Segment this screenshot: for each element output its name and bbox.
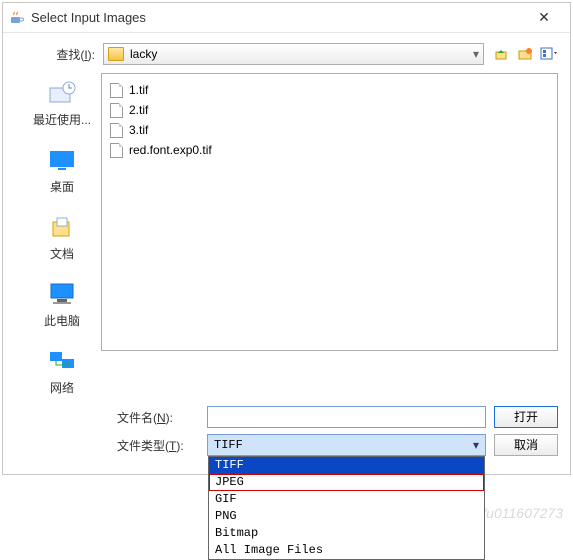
place-label: 最近使用...	[33, 111, 91, 128]
close-button[interactable]: ✕	[524, 9, 564, 26]
filename-label: 文件名(N):	[117, 409, 207, 426]
filetype-combo[interactable]: TIFF ▾ TIFF JPEG GIF PNG Bitmap All Imag…	[207, 434, 486, 456]
place-recent[interactable]: 最近使用...	[23, 79, 101, 128]
dialog-title: Select Input Images	[31, 10, 524, 25]
filetype-selected: TIFF	[214, 438, 243, 452]
lookin-combo[interactable]: lacky ▾	[103, 43, 484, 65]
recent-icon	[46, 79, 78, 107]
titlebar: Select Input Images ✕	[3, 3, 570, 33]
list-item[interactable]: red.font.exp0.tif	[110, 140, 549, 160]
bottom-rows: 文件名(N): 打开 文件类型(T): TIFF ▾ TIFF JPEG GIF…	[23, 406, 558, 456]
file-dialog: Select Input Images ✕ 查找(I): lacky ▾ 最近使…	[2, 2, 571, 475]
list-item[interactable]: 2.tif	[110, 100, 549, 120]
lookin-row: 查找(I): lacky ▾	[23, 43, 558, 65]
file-icon	[110, 143, 123, 158]
java-icon	[9, 10, 25, 26]
place-label: 此电脑	[44, 312, 80, 329]
filetype-row: 文件类型(T): TIFF ▾ TIFF JPEG GIF PNG Bitmap…	[23, 434, 558, 456]
view-menu-icon[interactable]	[540, 45, 558, 63]
thispc-icon	[46, 280, 78, 308]
filename-input[interactable]	[207, 406, 486, 428]
file-icon	[110, 103, 123, 118]
file-name: 1.tif	[129, 83, 148, 97]
network-icon	[46, 347, 78, 375]
filetype-option-tiff[interactable]: TIFF	[209, 457, 484, 474]
file-list[interactable]: 1.tif 2.tif 3.tif red.font.exp0.tif	[101, 73, 558, 351]
documents-icon	[46, 213, 78, 241]
folder-icon	[108, 47, 124, 61]
filetype-option-jpeg[interactable]: JPEG	[209, 474, 484, 491]
places-bar: 最近使用... 桌面 文档 此电脑 网络	[23, 73, 101, 396]
file-name: 2.tif	[129, 103, 148, 117]
toolbar-icons	[492, 45, 558, 63]
place-desktop[interactable]: 桌面	[23, 146, 101, 195]
place-label: 网络	[50, 379, 74, 396]
open-button[interactable]: 打开	[494, 406, 558, 428]
filename-row: 文件名(N): 打开	[23, 406, 558, 428]
list-item[interactable]: 1.tif	[110, 80, 549, 100]
file-name: 3.tif	[129, 123, 148, 137]
desktop-icon	[46, 146, 78, 174]
filetype-dropdown: TIFF JPEG GIF PNG Bitmap All Image Files	[208, 456, 485, 560]
list-item[interactable]: 3.tif	[110, 120, 549, 140]
place-label: 文档	[50, 245, 74, 262]
filetype-option-png[interactable]: PNG	[209, 508, 484, 525]
cancel-button[interactable]: 取消	[494, 434, 558, 456]
place-network[interactable]: 网络	[23, 347, 101, 396]
file-icon	[110, 123, 123, 138]
filetype-label: 文件类型(T):	[117, 437, 207, 454]
filetype-option-bitmap[interactable]: Bitmap	[209, 525, 484, 542]
chevron-down-icon: ▾	[473, 438, 479, 452]
mid-row: 最近使用... 桌面 文档 此电脑 网络	[23, 73, 558, 396]
up-one-level-icon[interactable]	[492, 45, 510, 63]
filetype-option-gif[interactable]: GIF	[209, 491, 484, 508]
place-label: 桌面	[50, 178, 74, 195]
dialog-body: 查找(I): lacky ▾ 最近使用... 桌面	[3, 33, 570, 474]
place-documents[interactable]: 文档	[23, 213, 101, 262]
new-folder-icon[interactable]	[516, 45, 534, 63]
file-icon	[110, 83, 123, 98]
chevron-down-icon: ▾	[473, 47, 479, 61]
place-thispc[interactable]: 此电脑	[23, 280, 101, 329]
current-folder: lacky	[130, 47, 157, 61]
filetype-option-all[interactable]: All Image Files	[209, 542, 484, 559]
file-name: red.font.exp0.tif	[129, 143, 212, 157]
lookin-label: 查找(I):	[23, 46, 95, 63]
